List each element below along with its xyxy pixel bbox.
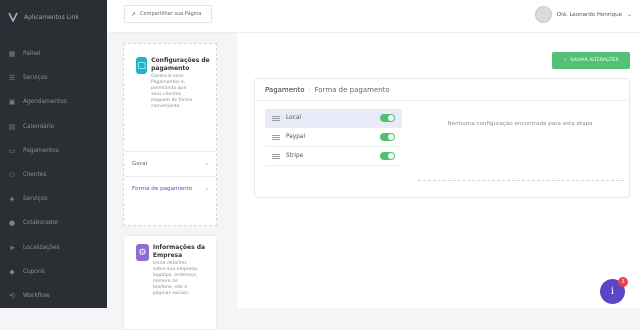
payment-method-toggle[interactable] bbox=[380, 133, 395, 141]
sidebar-item-label: Colaborador bbox=[23, 220, 59, 227]
breadcrumb-root[interactable]: Pagamento bbox=[265, 86, 305, 94]
save-changes-button[interactable]: ✓ SALVAR ALTERAÇÕES bbox=[552, 52, 630, 69]
breadcrumb-current: Forma de pagamento bbox=[314, 85, 390, 94]
users-icon: ⚇ bbox=[8, 171, 16, 180]
sidebar-item-staff[interactable]: ● Colaborador bbox=[0, 211, 107, 235]
sidebar-item-painel[interactable]: ▦ Painel bbox=[0, 42, 107, 66]
dashboard-icon: ▦ bbox=[8, 50, 16, 59]
workflow-icon: ⟲ bbox=[9, 291, 15, 300]
payment-method-local[interactable]: Local bbox=[265, 109, 402, 128]
calendar-icon: ▣ bbox=[8, 98, 16, 107]
sidebar-item-label: Clientes bbox=[23, 172, 47, 179]
payment-method-name: Local bbox=[286, 115, 302, 121]
avatar bbox=[534, 6, 552, 23]
share-icon: ↗ bbox=[131, 10, 137, 18]
help-icon: i bbox=[610, 286, 615, 297]
company-info-card[interactable]: ⚙ Informações da Empresa Insira detalhes… bbox=[123, 235, 217, 330]
chevron-right-icon: › bbox=[205, 185, 208, 193]
settings-link-label: Forma de pagamento bbox=[132, 186, 193, 192]
check-icon: ✓ bbox=[563, 58, 568, 63]
calendar-grid-icon: ▤ bbox=[8, 122, 16, 131]
location-icon: ➤ bbox=[9, 243, 15, 252]
user-menu[interactable]: Olá, Leonardo Henrique ⌄ bbox=[534, 6, 632, 23]
payment-settings-icon: ▢ bbox=[136, 57, 148, 74]
company-settings-icon: ⚙ bbox=[136, 244, 149, 261]
chevron-right-icon: › bbox=[205, 160, 208, 168]
payment-method-toggle[interactable] bbox=[380, 114, 395, 122]
share-page-button[interactable]: ↗ Compartilhar sua Página bbox=[124, 5, 212, 23]
wallet-icon: ▭ bbox=[8, 146, 16, 155]
card-title: Informações da Empresa bbox=[152, 244, 206, 259]
payment-method-toggle[interactable] bbox=[380, 152, 395, 160]
save-changes-label: SALVAR ALTERAÇÕES bbox=[570, 58, 619, 63]
drag-handle-icon[interactable] bbox=[272, 115, 280, 121]
sidebar-item-label: Serviços bbox=[23, 75, 48, 82]
sidebar-item-coupons[interactable]: ◆ Cupons bbox=[0, 260, 107, 284]
payment-settings-card: ▢ Configurações de pagamento Gerencie se… bbox=[123, 43, 217, 226]
sidebar-item-services-2[interactable]: ◈ Serviços bbox=[0, 187, 107, 211]
settings-column: ▢ Configurações de pagamento Gerencie se… bbox=[107, 33, 237, 330]
payment-method-paypal[interactable]: Paypal bbox=[265, 128, 402, 147]
sidebar-item-calendar[interactable]: ▤ Calendário bbox=[0, 115, 107, 139]
card-description: Gerencie seus Pagamentos e, permitindo q… bbox=[151, 74, 193, 109]
sidebar-item-label: Localizações bbox=[23, 244, 60, 251]
payment-method-stripe[interactable]: Stripe bbox=[265, 147, 402, 166]
layers-icon: ◈ bbox=[9, 195, 15, 204]
sidebar-nav: ▦ Painel ☰ Serviços ▣ Agendamentos ▤ Calendá… bbox=[0, 42, 107, 308]
settings-link-label: Geral bbox=[132, 161, 148, 167]
sidebar-item-services[interactable]: ☰ Serviços bbox=[0, 66, 107, 90]
payment-methods-list: Local Paypal Stripe bbox=[265, 109, 402, 166]
sidebar-item-workflow[interactable]: ⟲ Workflow bbox=[0, 284, 107, 308]
sidebar-item-label: Painel bbox=[23, 51, 41, 58]
sidebar: Aplicamentos Link ▦ Painel ☰ Serviços ▣ Age… bbox=[0, 0, 107, 308]
sidebar-item-clients[interactable]: ⚇ Clientes bbox=[0, 163, 107, 187]
card-description: Insira detalhes sobre sua empresa, logot… bbox=[152, 261, 199, 296]
sidebar-item-label: Serviços bbox=[23, 196, 48, 203]
help-button[interactable]: i 3 bbox=[600, 277, 628, 304]
sidebar-item-label: Workflow bbox=[23, 292, 50, 299]
person-icon: ● bbox=[8, 219, 16, 228]
empty-state-message: Nenhuma configuração encontrada para est… bbox=[447, 121, 593, 127]
sidebar-item-payments[interactable]: ▭ Pagamentos bbox=[0, 139, 107, 163]
drag-handle-icon[interactable] bbox=[272, 134, 280, 140]
sidebar-item-label: Calendário bbox=[23, 123, 55, 130]
card-title: Configurações de pagamento bbox=[151, 57, 210, 72]
services-icon: ☰ bbox=[8, 74, 16, 83]
breadcrumb: Pagamento › Forma de pagamento bbox=[255, 79, 629, 101]
sidebar-item-label: Cupons bbox=[23, 268, 45, 275]
app-logo[interactable]: Aplicamentos Link bbox=[0, 0, 107, 34]
logo-text: Aplicamentos Link bbox=[24, 13, 79, 21]
breadcrumb-separator: › bbox=[308, 86, 311, 93]
sidebar-item-label: Pagamentos bbox=[23, 147, 59, 154]
tag-icon: ◆ bbox=[9, 267, 15, 276]
settings-link-payment-method[interactable]: Forma de pagamento › bbox=[124, 176, 216, 201]
sidebar-item-label: Agendamentos bbox=[23, 99, 67, 106]
settings-links: Geral › Forma de pagamento › bbox=[124, 151, 216, 201]
topbar: ↗ Compartilhar sua Página Olá, Leonardo … bbox=[107, 0, 640, 33]
divider bbox=[418, 180, 624, 181]
share-page-label: Compartilhar sua Página bbox=[140, 11, 202, 17]
user-greeting: Olá, Leonardo Henrique bbox=[556, 11, 622, 18]
chevron-down-icon: ⌄ bbox=[626, 11, 632, 18]
payment-methods-panel: Pagamento › Forma de pagamento Local Pay… bbox=[254, 78, 630, 198]
notification-badge: 3 bbox=[618, 277, 628, 287]
sidebar-item-appointments[interactable]: ▣ Agendamentos bbox=[0, 90, 107, 114]
logo-icon bbox=[8, 12, 18, 22]
drag-handle-icon[interactable] bbox=[272, 153, 280, 159]
sidebar-item-locations[interactable]: ➤ Localizações bbox=[0, 236, 107, 260]
main-content: ✓ SALVAR ALTERAÇÕES Pagamento › Forma de… bbox=[237, 33, 640, 308]
payment-method-name: Stripe bbox=[286, 153, 304, 159]
settings-link-general[interactable]: Geral › bbox=[124, 151, 216, 176]
payment-method-name: Paypal bbox=[286, 134, 306, 140]
